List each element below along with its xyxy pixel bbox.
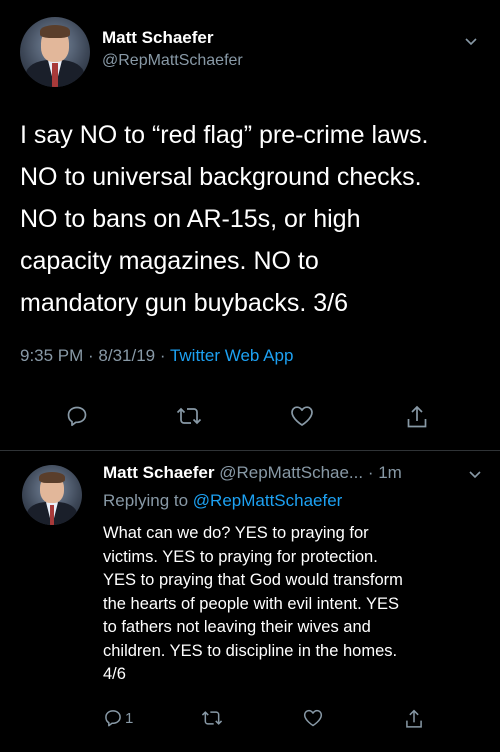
replying-to: Replying to @RepMattSchaefer bbox=[103, 491, 342, 511]
chevron-down-icon[interactable] bbox=[466, 465, 484, 483]
retweet-button[interactable] bbox=[200, 708, 224, 728]
share-button[interactable] bbox=[404, 708, 424, 730]
tweet-text-line: to fathers not leaving their wives and bbox=[103, 618, 371, 636]
tweet-text-line: NO to universal background checks. bbox=[20, 163, 422, 191]
author-handle[interactable]: @RepMattSchae... bbox=[219, 463, 363, 482]
tweet-text-line: victims. YES to praying for protection. bbox=[103, 547, 378, 566]
share-button[interactable] bbox=[405, 404, 429, 430]
like-button[interactable] bbox=[289, 404, 315, 428]
tweet-text-line: children. YES to discipline in the homes… bbox=[103, 641, 398, 660]
tweet-text-line: YES to praying that God would transform bbox=[103, 571, 403, 589]
reply-button[interactable]: 1 bbox=[103, 708, 133, 728]
like-icon bbox=[291, 406, 313, 426]
retweet-icon bbox=[201, 711, 223, 725]
reply-icon bbox=[67, 406, 87, 427]
main-tweet: Matt Schaefer @RepMattSchaefer I say NO … bbox=[0, 0, 500, 450]
replying-prefix: Replying to bbox=[103, 491, 193, 510]
reply-count: 1 bbox=[125, 709, 134, 727]
retweet-icon bbox=[176, 407, 202, 425]
tweet-text-line: What can we do? YES to praying for bbox=[103, 524, 369, 542]
source-app-link[interactable]: Twitter Web App bbox=[170, 346, 293, 365]
author-name[interactable]: Matt Schaefer bbox=[102, 28, 213, 48]
mention-link[interactable]: @RepMattSchaefer bbox=[193, 491, 343, 510]
tweet-text: I say NO to “red flag” pre-crime laws. N… bbox=[20, 114, 490, 324]
author-name[interactable]: Matt Schaefer bbox=[103, 463, 214, 482]
tweet-text-line: the hearts of people with evil intent. Y… bbox=[103, 594, 399, 613]
avatar[interactable] bbox=[22, 465, 82, 525]
chevron-down-icon[interactable] bbox=[462, 32, 480, 50]
share-icon bbox=[406, 709, 422, 728]
tweet-text-line: 4/6 bbox=[103, 665, 126, 683]
tweet-meta: 9:35 PM · 8/31/19 · Twitter Web App bbox=[20, 346, 293, 366]
like-button[interactable] bbox=[302, 708, 324, 728]
author-handle[interactable]: @RepMattSchaefer bbox=[102, 52, 243, 70]
tweet-text-line: NO to bans on AR-15s, or high bbox=[20, 205, 361, 233]
share-icon bbox=[407, 405, 427, 428]
reply-button[interactable] bbox=[65, 404, 89, 428]
retweet-button[interactable] bbox=[175, 404, 203, 428]
tweet-text-line: I say NO to “red flag” pre-crime laws. bbox=[20, 121, 429, 149]
tweet-text: What can we do? YES to praying for victi… bbox=[103, 522, 498, 687]
timestamp[interactable]: 9:35 PM · 8/31/19 · bbox=[20, 346, 170, 365]
reply-header: Matt Schaefer @RepMattSchae... · 1m bbox=[103, 463, 402, 483]
time-ago[interactable]: · 1m bbox=[368, 463, 402, 482]
reply-icon bbox=[105, 710, 121, 727]
tweet-text-line: capacity magazines. NO to bbox=[20, 247, 319, 275]
tweet-text-line: mandatory gun buybacks. 3/6 bbox=[20, 289, 348, 317]
reply-tweet[interactable]: Matt Schaefer @RepMattSchae... · 1m Repl… bbox=[0, 451, 500, 752]
like-icon bbox=[303, 709, 323, 727]
avatar[interactable] bbox=[20, 17, 90, 87]
